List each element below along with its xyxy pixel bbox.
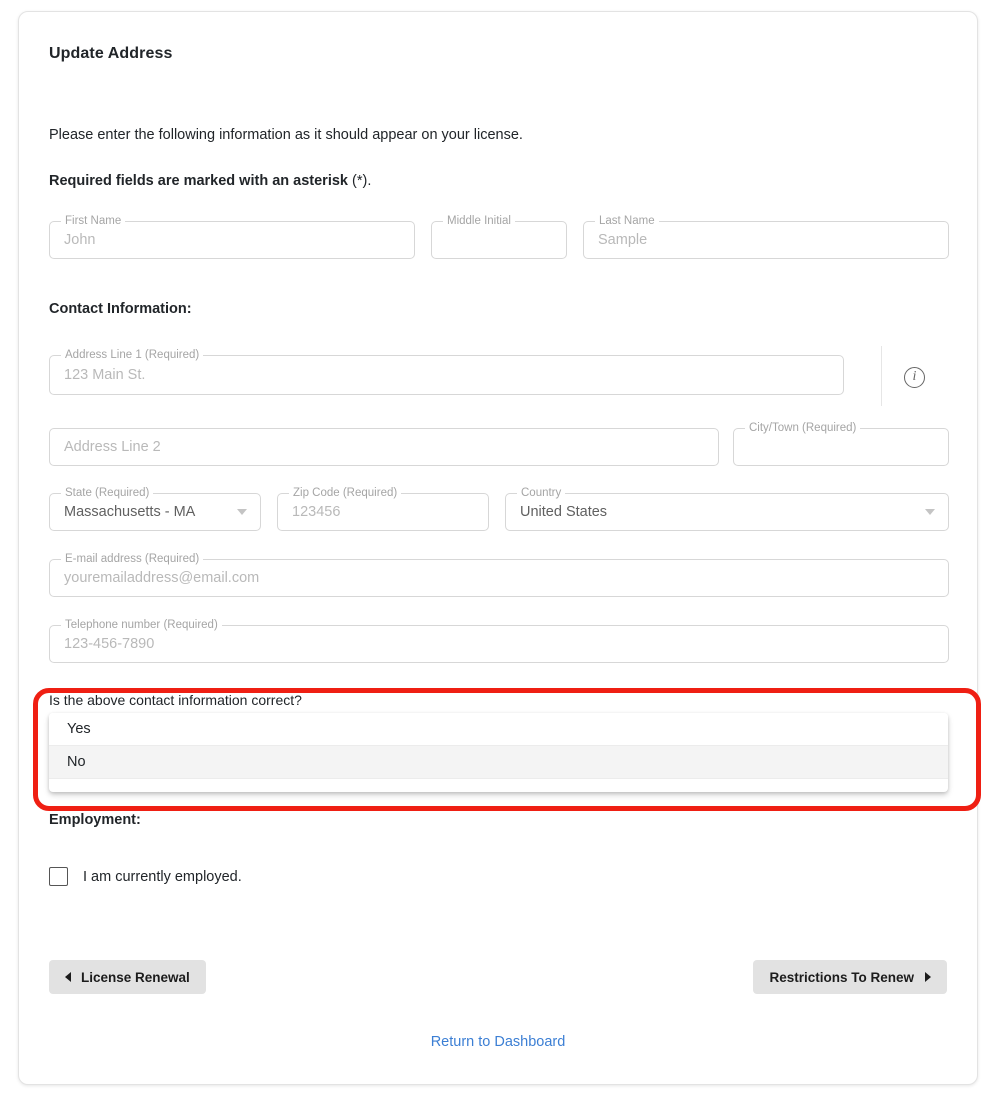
first-name-field[interactable]: First Name John bbox=[49, 214, 415, 259]
middle-initial-field[interactable]: Middle Initial bbox=[431, 214, 567, 259]
email-value: youremailaddress@email.com bbox=[64, 570, 260, 586]
first-name-label: First Name bbox=[61, 214, 126, 229]
address-line-1-field[interactable]: Address Line 1 (Required) 123 Main St. bbox=[49, 348, 844, 395]
country-label: Country bbox=[517, 486, 566, 501]
currently-employed-label: I am currently employed. bbox=[83, 868, 242, 885]
address-line-2-field[interactable]: Address Line 2 bbox=[49, 428, 719, 466]
chevron-right-icon bbox=[925, 972, 931, 982]
contact-correct-question: Is the above contact information correct… bbox=[49, 692, 302, 708]
dropdown-option-no-label: No bbox=[67, 754, 86, 770]
contact-information-heading: Contact Information: bbox=[49, 301, 192, 317]
chevron-down-icon[interactable] bbox=[925, 509, 935, 515]
telephone-value: 123-456-7890 bbox=[64, 636, 155, 652]
city-town-field[interactable]: City/Town (Required) bbox=[733, 421, 949, 466]
telephone-field[interactable]: Telephone number (Required) 123-456-7890 bbox=[49, 618, 949, 663]
form-card: Update Address Please enter the followin… bbox=[18, 11, 981, 1085]
address-line-1-value: 123 Main St. bbox=[64, 367, 146, 383]
state-label: State (Required) bbox=[61, 486, 154, 501]
last-name-field[interactable]: Last Name Sample bbox=[583, 214, 949, 259]
first-name-value: John bbox=[64, 232, 96, 248]
city-town-label: City/Town (Required) bbox=[745, 421, 861, 436]
required-fields-note-bold: Required fields are marked with an aster… bbox=[49, 173, 348, 189]
country-select[interactable]: Country United States bbox=[505, 486, 949, 531]
zip-code-label: Zip Code (Required) bbox=[289, 486, 402, 501]
chevron-down-icon[interactable] bbox=[237, 509, 247, 515]
telephone-label: Telephone number (Required) bbox=[61, 618, 222, 633]
currently-employed-checkbox[interactable] bbox=[49, 867, 68, 886]
country-value: United States bbox=[520, 504, 608, 520]
employment-checkbox-row[interactable]: I am currently employed. bbox=[49, 867, 242, 886]
last-name-label: Last Name bbox=[595, 214, 659, 229]
restrictions-to-renew-next-label: Restrictions To Renew bbox=[769, 969, 914, 985]
email-label: E-mail address (Required) bbox=[61, 552, 204, 567]
zip-code-value: 123456 bbox=[292, 504, 341, 520]
contact-correct-dropdown-panel[interactable]: Yes No bbox=[49, 713, 948, 792]
email-field[interactable]: E-mail address (Required) youremailaddre… bbox=[49, 552, 949, 597]
page-title: Update Address bbox=[49, 45, 173, 62]
required-fields-note-rest: (*). bbox=[347, 173, 372, 189]
last-name-value: Sample bbox=[598, 232, 648, 248]
restrictions-to-renew-next-button[interactable]: Restrictions To Renew bbox=[753, 960, 947, 994]
license-renewal-back-button[interactable]: License Renewal bbox=[49, 960, 206, 994]
address-line-2-placeholder: Address Line 2 bbox=[64, 439, 161, 455]
dropdown-option-yes[interactable]: Yes bbox=[49, 713, 948, 746]
license-renewal-back-label: License Renewal bbox=[81, 969, 190, 985]
middle-initial-label: Middle Initial bbox=[443, 214, 515, 229]
required-fields-note: Required fields are marked with an aster… bbox=[49, 173, 371, 189]
state-value: Massachusetts - MA bbox=[64, 504, 196, 520]
field-divider bbox=[881, 346, 882, 406]
dropdown-option-no[interactable]: No bbox=[49, 746, 948, 779]
state-select[interactable]: State (Required) Massachusetts - MA bbox=[49, 486, 261, 531]
return-to-dashboard-link[interactable]: Return to Dashboard bbox=[19, 1034, 977, 1050]
chevron-left-icon bbox=[65, 972, 71, 982]
address-line-1-label: Address Line 1 (Required) bbox=[61, 348, 204, 363]
intro-text: Please enter the following information a… bbox=[49, 127, 523, 143]
info-icon[interactable]: i bbox=[904, 367, 925, 388]
dropdown-option-yes-label: Yes bbox=[67, 721, 91, 737]
employment-heading: Employment: bbox=[49, 812, 141, 828]
zip-code-field[interactable]: Zip Code (Required) 123456 bbox=[277, 486, 489, 531]
